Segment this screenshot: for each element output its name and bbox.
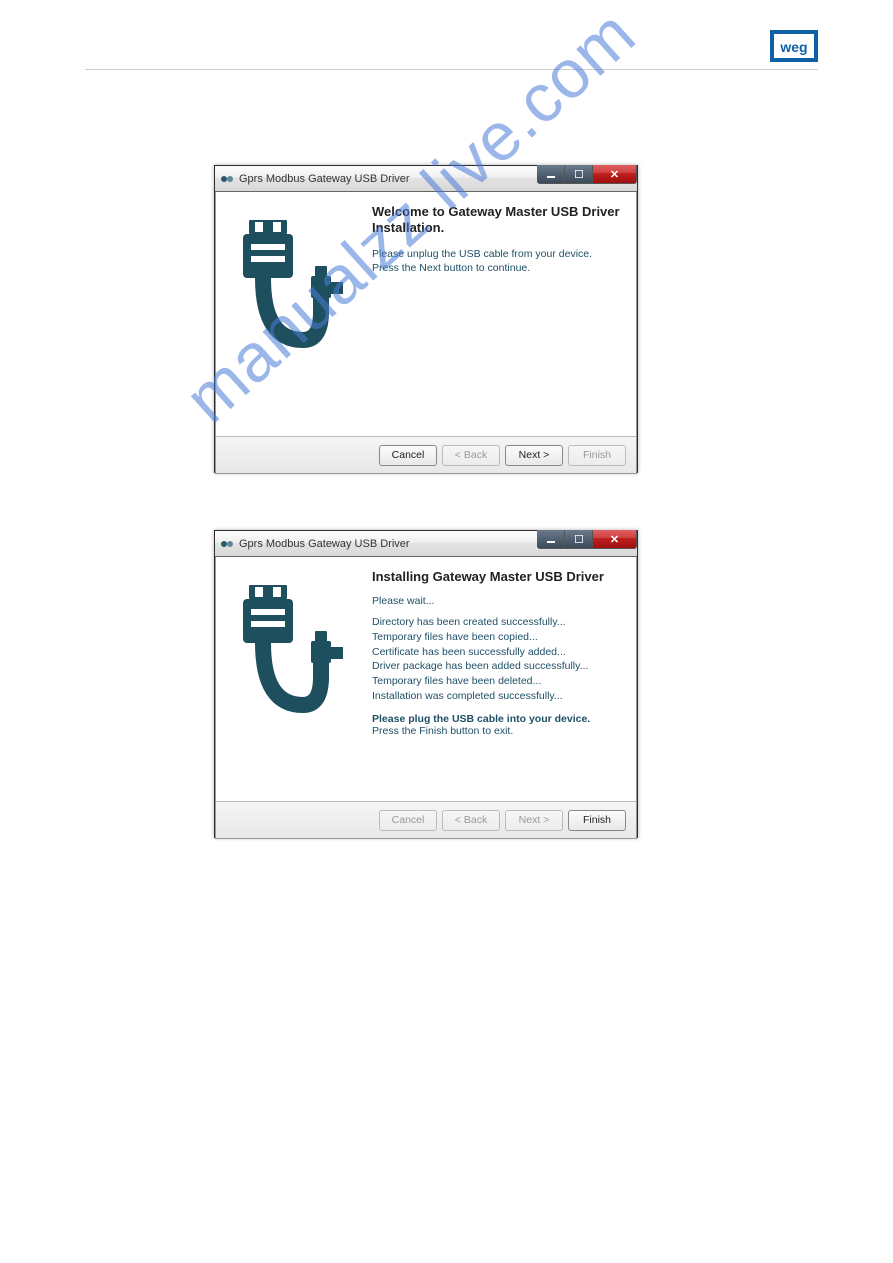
minimize-button[interactable] <box>537 165 565 184</box>
dialog-footer: Cancel < Back Next > Finish <box>215 801 637 839</box>
titlebar[interactable]: Gprs Modbus Gateway USB Driver ✕ <box>215 166 637 192</box>
window-title: Gprs Modbus Gateway USB Driver <box>239 173 410 185</box>
back-button: < Back <box>442 445 500 466</box>
app-icon <box>219 536 235 552</box>
close-button[interactable]: ✕ <box>593 165 637 184</box>
window-controls: ✕ <box>537 165 637 184</box>
status-line: Temporary files have been copied... <box>372 630 620 645</box>
minimize-button[interactable] <box>537 530 565 549</box>
dialog-heading: Welcome to Gateway Master USB Driver Ins… <box>372 204 620 237</box>
left-panel <box>216 192 364 436</box>
titlebar[interactable]: Gprs Modbus Gateway USB Driver ✕ <box>215 531 637 557</box>
status-line: Temporary files have been deleted... <box>372 674 620 689</box>
plug-instruction: Please plug the USB cable into your devi… <box>372 713 620 725</box>
next-button: Next > <box>505 810 563 831</box>
maximize-button[interactable] <box>565 165 593 184</box>
left-panel <box>216 557 364 801</box>
right-panel: Installing Gateway Master USB Driver Ple… <box>364 557 636 801</box>
app-icon <box>219 171 235 187</box>
finish-button[interactable]: Finish <box>568 810 626 831</box>
weg-logo: weg <box>770 30 818 62</box>
dialog-heading: Installing Gateway Master USB Driver <box>372 569 620 585</box>
svg-text:weg: weg <box>779 39 807 55</box>
dialog-instruction: Please unplug the USB cable from your de… <box>372 247 620 275</box>
maximize-button[interactable] <box>565 530 593 549</box>
status-line: Installation was completed successfully.… <box>372 689 620 704</box>
please-wait: Please wait... <box>372 595 620 607</box>
page-header: weg <box>85 30 818 70</box>
next-button[interactable]: Next > <box>505 445 563 466</box>
usb-plug-icon <box>233 585 353 730</box>
dialog-body: Welcome to Gateway Master USB Driver Ins… <box>215 192 637 436</box>
finish-button: Finish <box>568 445 626 466</box>
press-finish-text: Press the Finish button to exit. <box>372 725 620 737</box>
dialog-footer: Cancel < Back Next > Finish <box>215 436 637 474</box>
status-line: Certificate has been successfully added.… <box>372 645 620 660</box>
status-line: Directory has been created successfully.… <box>372 615 620 630</box>
installer-dialog-progress: Gprs Modbus Gateway USB Driver ✕ <box>214 530 638 838</box>
dialog-body: Installing Gateway Master USB Driver Ple… <box>215 557 637 801</box>
usb-plug-icon <box>233 220 353 365</box>
cancel-button: Cancel <box>379 810 437 831</box>
cancel-button[interactable]: Cancel <box>379 445 437 466</box>
close-button[interactable]: ✕ <box>593 530 637 549</box>
status-line: Driver package has been added successful… <box>372 659 620 674</box>
installer-dialog-welcome: Gprs Modbus Gateway USB Driver ✕ <box>214 165 638 473</box>
right-panel: Welcome to Gateway Master USB Driver Ins… <box>364 192 636 436</box>
back-button: < Back <box>442 810 500 831</box>
window-title: Gprs Modbus Gateway USB Driver <box>239 538 410 550</box>
window-controls: ✕ <box>537 530 637 549</box>
